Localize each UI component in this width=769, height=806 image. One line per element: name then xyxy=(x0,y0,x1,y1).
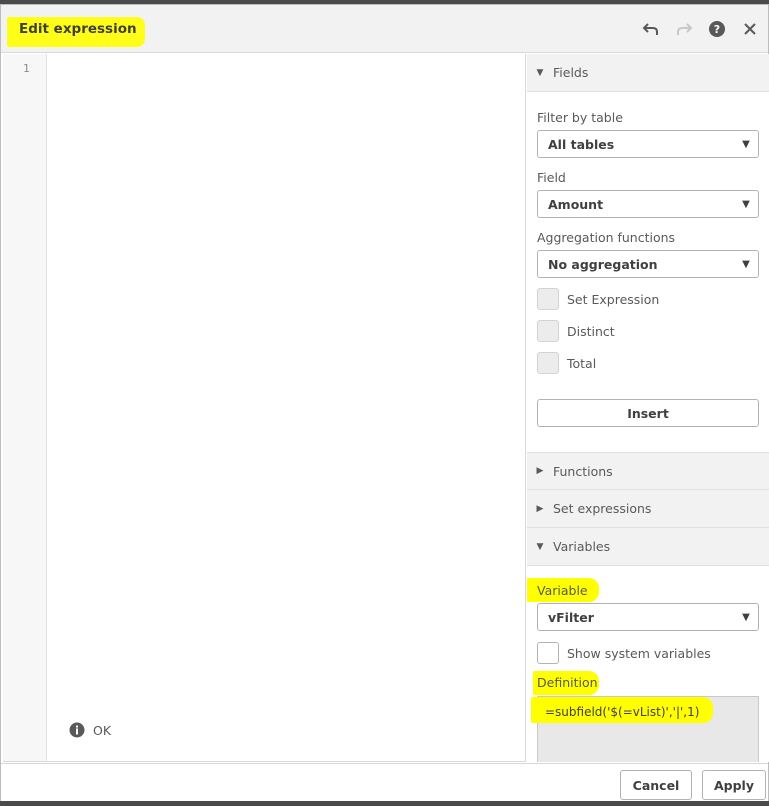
functions-section-header[interactable]: ▶ Functions xyxy=(527,452,769,490)
help-button[interactable]: ? xyxy=(707,19,727,39)
show-system-variables-label: Show system variables xyxy=(567,645,711,661)
dropdown-arrow-icon: ▼ xyxy=(742,198,750,210)
dropdown-arrow-icon: ▼ xyxy=(742,258,750,270)
caret-down-icon: ▼ xyxy=(536,67,544,78)
caret-right-icon: ▶ xyxy=(536,466,544,476)
aggregation-label: Aggregation functions xyxy=(537,230,676,245)
set-expression-label: Set Expression xyxy=(567,291,660,307)
dialog-title: Edit expression xyxy=(19,21,137,37)
status-text: OK xyxy=(93,722,112,738)
show-system-variables-row[interactable]: Show system variables xyxy=(537,642,711,664)
definition-text: =subfield('$(=vList)','|',1) xyxy=(545,705,700,719)
edit-expression-dialog: Edit expression ? 1 OK ▼ Fields Filter b… xyxy=(0,4,769,801)
filter-by-table-select[interactable]: All tables ▼ xyxy=(537,130,759,158)
distinct-checkbox-row[interactable]: Distinct xyxy=(537,320,615,342)
variable-label: Variable xyxy=(537,583,588,598)
total-checkbox-row[interactable]: Total xyxy=(537,352,596,374)
set-expression-checkbox-row[interactable]: Set Expression xyxy=(537,288,659,310)
dialog-footer: Cancel Apply xyxy=(1,763,768,801)
caret-down-icon: ▼ xyxy=(536,541,544,552)
set-expression-checkbox[interactable] xyxy=(537,288,559,310)
set-expressions-section-header[interactable]: ▶ Set expressions xyxy=(527,490,769,528)
redo-icon xyxy=(677,23,693,35)
distinct-label: Distinct xyxy=(567,323,615,339)
field-value: Amount xyxy=(548,196,604,212)
field-select[interactable]: Amount ▼ xyxy=(537,190,759,218)
filter-by-table-value: All tables xyxy=(548,136,615,152)
validation-status: OK xyxy=(69,722,111,738)
total-checkbox[interactable] xyxy=(537,352,559,374)
help-icon: ? xyxy=(709,21,725,37)
dropdown-arrow-icon: ▼ xyxy=(742,611,750,623)
side-panel: ▼ Fields Filter by table All tables ▼ Fi… xyxy=(527,54,769,762)
undo-button[interactable] xyxy=(641,19,661,39)
functions-section-label: Functions xyxy=(553,463,613,479)
caret-right-icon: ▶ xyxy=(536,503,544,514)
aggregation-select[interactable]: No aggregation ▼ xyxy=(537,250,759,278)
show-system-variables-checkbox[interactable] xyxy=(537,642,559,664)
cancel-button[interactable]: Cancel xyxy=(620,770,692,800)
variable-select[interactable]: vFilter ▼ xyxy=(537,603,759,631)
expression-editor[interactable]: 1 OK xyxy=(3,54,526,762)
distinct-checkbox[interactable] xyxy=(537,320,559,342)
close-button[interactable] xyxy=(740,19,760,39)
aggregation-value: No aggregation xyxy=(548,256,658,272)
info-icon xyxy=(69,722,85,738)
total-label: Total xyxy=(567,355,597,371)
fields-section-label: Fields xyxy=(553,65,589,80)
redo-button[interactable] xyxy=(674,19,694,39)
undo-icon xyxy=(642,23,658,35)
apply-button[interactable]: Apply xyxy=(702,770,766,800)
line-number: 1 xyxy=(23,62,30,75)
definition-label: Definition xyxy=(537,675,598,690)
dialog-header: Edit expression ? xyxy=(1,5,768,53)
variables-section-header[interactable]: ▼ Variables xyxy=(527,528,769,566)
insert-button[interactable]: Insert xyxy=(537,399,759,427)
line-gutter: 1 xyxy=(3,54,47,761)
close-icon xyxy=(744,23,756,35)
dropdown-arrow-icon: ▼ xyxy=(742,138,750,150)
fields-section-header[interactable]: ▼ Fields xyxy=(527,54,769,92)
variables-section-label: Variables xyxy=(553,539,611,554)
filter-by-table-label: Filter by table xyxy=(537,110,623,125)
variable-value: vFilter xyxy=(548,609,594,625)
set-expressions-section-label: Set expressions xyxy=(553,501,652,516)
svg-text:?: ? xyxy=(714,23,720,36)
field-label: Field xyxy=(537,170,566,185)
